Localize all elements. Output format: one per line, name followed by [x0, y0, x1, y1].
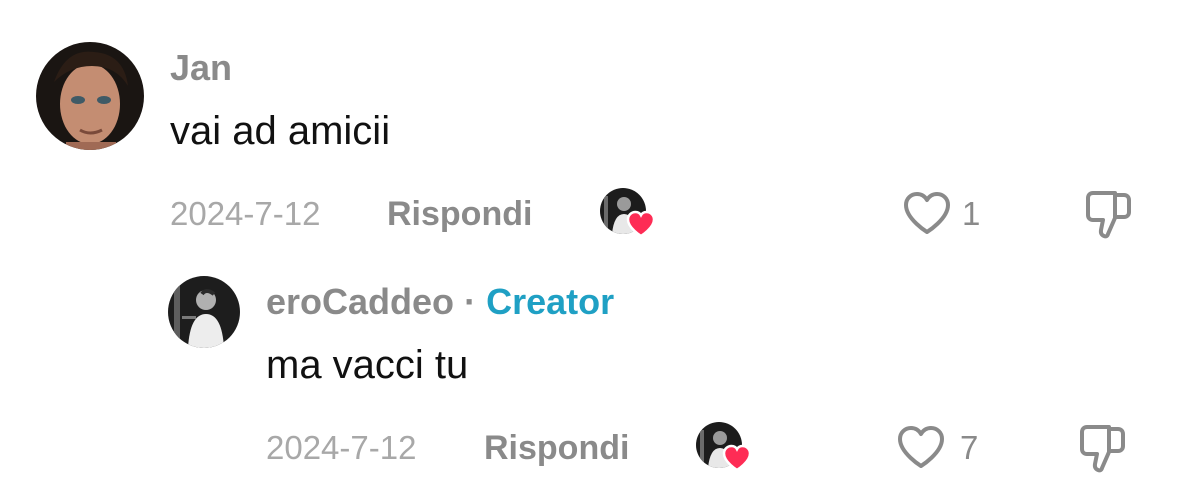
comment-date: 2024-7-12 [170, 195, 321, 232]
creator-liked-badge [696, 422, 756, 474]
creator-liked-badge [600, 188, 660, 240]
thumbs-down-icon[interactable] [1082, 190, 1134, 240]
creator-liked-heart-icon [722, 444, 752, 472]
like-count: 1 [962, 195, 981, 232]
comment-header: eroCaddeo · Creator [266, 282, 614, 322]
reply-button[interactable]: Rispondi [387, 194, 532, 234]
comment-text: vai ad amicii [170, 109, 391, 153]
separator-dot: · [464, 281, 477, 322]
comment-text: ma vacci tu [266, 343, 469, 387]
thumbs-down-icon[interactable] [1076, 424, 1128, 474]
comment-username[interactable]: Jan [170, 48, 232, 88]
creator-liked-heart-icon [626, 210, 656, 238]
heart-outline-icon[interactable] [896, 424, 946, 470]
like-count: 7 [960, 429, 979, 466]
avatar[interactable] [36, 42, 144, 150]
heart-outline-icon[interactable] [902, 190, 952, 236]
comment-username[interactable]: eroCaddeo [266, 281, 454, 322]
creator-badge: Creator [486, 281, 615, 322]
comment-date: 2024-7-12 [266, 429, 417, 466]
reply-button[interactable]: Rispondi [484, 428, 629, 468]
avatar[interactable] [168, 276, 240, 348]
